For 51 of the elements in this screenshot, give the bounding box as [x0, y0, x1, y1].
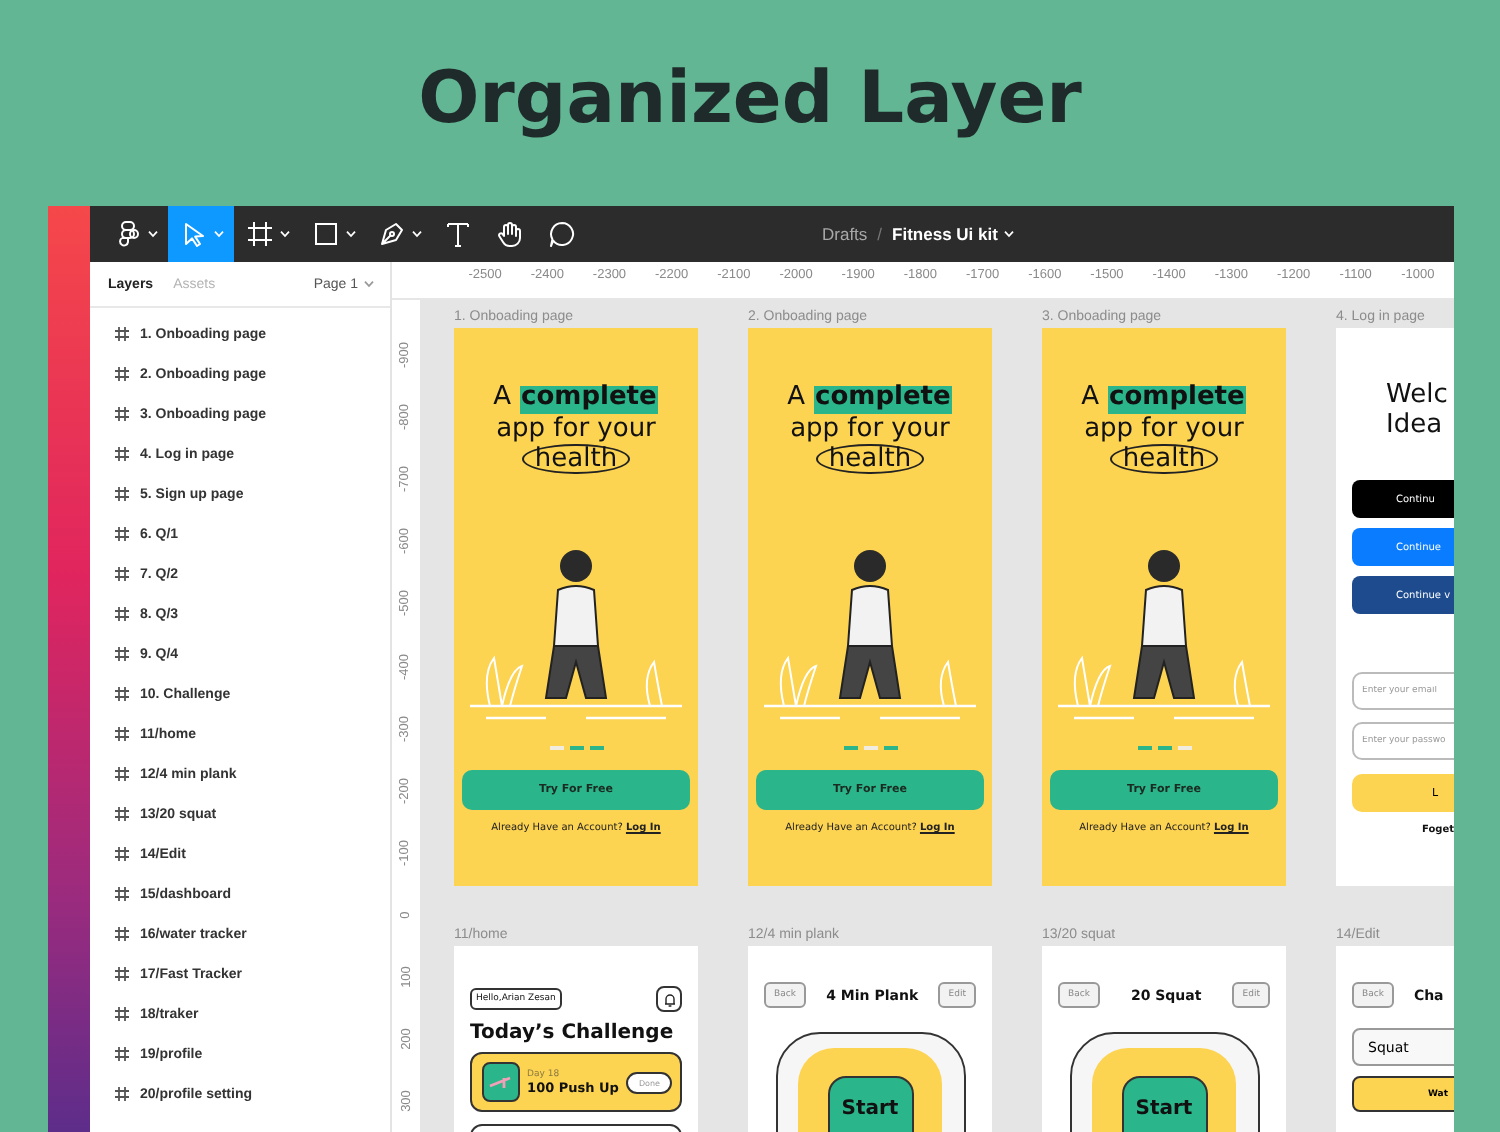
caret-icon — [364, 280, 374, 288]
pen-icon — [376, 218, 408, 250]
frame-icon — [114, 766, 130, 782]
frame-icon — [114, 366, 130, 382]
highlighted-text: complete — [813, 386, 953, 413]
frame-icon — [114, 926, 130, 942]
frame-icon — [114, 1006, 130, 1022]
frame-icon — [114, 526, 130, 542]
highlighted-text: complete — [519, 386, 659, 413]
exercise-icon — [482, 1062, 520, 1102]
breadcrumb-link[interactable]: Drafts — [822, 224, 868, 244]
frame-icon — [114, 446, 130, 462]
bell-icon[interactable] — [656, 986, 682, 1012]
headline-text: A — [787, 382, 806, 413]
headline-text: app for your — [790, 413, 950, 444]
frame-icon — [114, 1086, 130, 1102]
rectangle-icon — [310, 218, 342, 250]
frame-icon — [244, 218, 276, 250]
frame-icon — [114, 726, 130, 742]
frame-icon — [114, 326, 130, 342]
circled-text: health — [816, 444, 924, 474]
hand-icon — [494, 218, 526, 250]
start-button[interactable]: Start — [1121, 1076, 1207, 1132]
comment-icon — [546, 218, 578, 250]
section-heading: Today’s Challenge — [470, 1022, 676, 1044]
headline-text: A — [1081, 382, 1100, 413]
frame-icon — [114, 486, 130, 502]
frame-icon — [114, 886, 130, 902]
highlighted-text: complete — [1107, 386, 1247, 413]
circled-text: health — [522, 444, 630, 474]
frame-icon — [114, 966, 130, 982]
headline-text: app for your — [1084, 413, 1244, 444]
frame-icon — [114, 606, 130, 622]
caret-icon — [1003, 230, 1014, 238]
breadcrumb-separator: / — [877, 224, 883, 244]
headline-text: A — [493, 382, 512, 413]
frame-icon — [114, 846, 130, 862]
page-title: Organized Layer — [418, 56, 1082, 144]
text-icon — [442, 218, 474, 250]
start-button[interactable]: Start — [827, 1076, 913, 1132]
file-name-menu[interactable]: Fitness Ui kit — [892, 224, 1014, 244]
headline-text: app for your — [496, 413, 656, 444]
frame-icon — [114, 686, 130, 702]
frame-icon — [114, 646, 130, 662]
welcome-heading: Welc — [1384, 380, 1450, 410]
frame-icon — [114, 1046, 130, 1062]
frame-icon — [114, 566, 130, 582]
circled-text: health — [1110, 444, 1218, 474]
frame-icon — [114, 806, 130, 822]
frame-icon — [114, 406, 130, 422]
welcome-heading: Idea — [1384, 410, 1445, 440]
